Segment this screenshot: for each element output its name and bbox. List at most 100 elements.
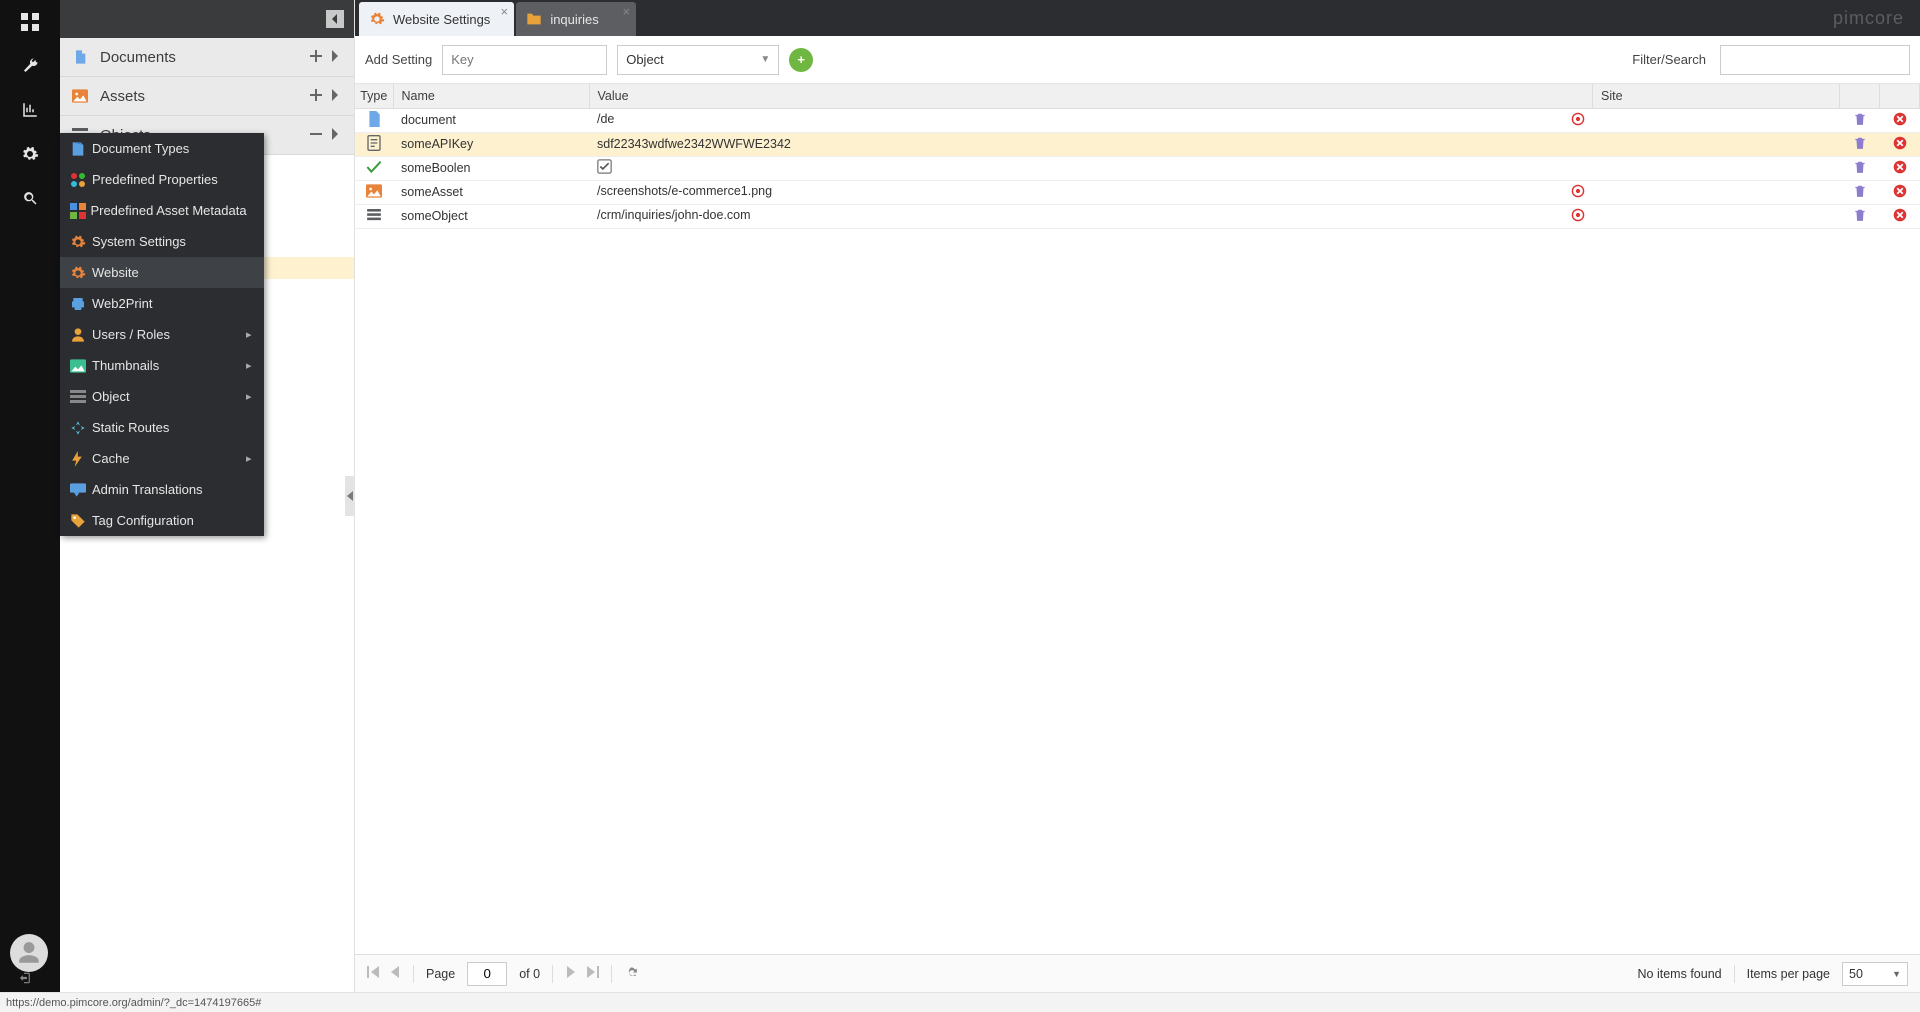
- asset-icon: [355, 184, 393, 198]
- accordion-documents-label: Documents: [100, 49, 310, 66]
- rail-gear-icon[interactable]: [0, 132, 60, 176]
- submenu-arrow-icon: ▸: [246, 328, 254, 341]
- pager-status: No items found: [1638, 967, 1722, 981]
- type-select-value: Object: [626, 52, 664, 67]
- checkbox-checked-icon: [597, 159, 612, 174]
- panel-grip[interactable]: [345, 476, 355, 516]
- key-input[interactable]: [442, 45, 607, 75]
- pager-refresh-button[interactable]: [624, 965, 638, 982]
- accordion-assets-label: Assets: [100, 88, 310, 105]
- table-row[interactable]: someObject/crm/inquiries/john-doe.com: [355, 204, 1920, 228]
- trans-icon: [70, 483, 92, 497]
- menu-item-label: Web2Print: [92, 296, 246, 311]
- pager-next-button[interactable]: [565, 966, 577, 981]
- settings-menu-item[interactable]: Predefined Asset Metadata: [60, 195, 264, 226]
- rail-search-icon[interactable]: [0, 176, 60, 220]
- row-trash-button[interactable]: [1853, 115, 1867, 129]
- row-delete-button[interactable]: [1893, 115, 1907, 129]
- target-icon[interactable]: [1571, 184, 1585, 201]
- tab-inquiries[interactable]: inquiries ×: [516, 2, 636, 36]
- objects-collapse-button[interactable]: [310, 127, 322, 144]
- objects-expand-button[interactable]: [330, 127, 342, 144]
- tab-close-button[interactable]: ×: [620, 6, 632, 18]
- gear-orange-icon: [70, 234, 92, 250]
- row-trash-button[interactable]: [1853, 163, 1867, 177]
- accordion-documents[interactable]: Documents: [60, 38, 354, 77]
- gear-orange-icon: [70, 265, 92, 281]
- object-icon: [355, 209, 393, 221]
- pager-last-button[interactable]: [587, 966, 599, 981]
- accordion-assets[interactable]: Assets: [60, 77, 354, 116]
- table-row[interactable]: document/de: [355, 108, 1920, 132]
- documents-icon: [72, 49, 92, 65]
- main-area: Website Settings × inquiries × pimcore A…: [355, 0, 1920, 992]
- menu-item-label: Users / Roles: [92, 327, 246, 342]
- assets-icon: [72, 89, 92, 103]
- settings-menu-item[interactable]: Admin Translations: [60, 474, 264, 505]
- menu-item-label: System Settings: [92, 234, 246, 249]
- settings-table: Type Name Value Site document/de someAPI…: [355, 84, 1920, 954]
- row-trash-button[interactable]: [1853, 139, 1867, 153]
- row-delete-button[interactable]: [1893, 163, 1907, 177]
- thumb-icon: [70, 359, 92, 373]
- row-delete-button[interactable]: [1893, 187, 1907, 201]
- col-site[interactable]: Site: [1593, 84, 1840, 108]
- table-row[interactable]: someAsset/screenshots/e-commerce1.png: [355, 180, 1920, 204]
- page-input[interactable]: [467, 962, 507, 986]
- rail-chart-icon[interactable]: [0, 88, 60, 132]
- documents-expand-button[interactable]: [330, 49, 342, 66]
- toolbar: Add Setting Object ▼ + Filter/Search: [355, 36, 1920, 84]
- settings-menu-item[interactable]: Static Routes: [60, 412, 264, 443]
- row-delete-button[interactable]: [1893, 139, 1907, 153]
- menu-item-label: Object: [92, 389, 246, 404]
- target-icon[interactable]: [1571, 208, 1585, 225]
- settings-menu-item[interactable]: Predefined Properties: [60, 164, 264, 195]
- logout-icon[interactable]: [17, 971, 31, 988]
- bolt-icon: [70, 451, 92, 467]
- collapse-panel-button[interactable]: [326, 10, 344, 28]
- target-icon[interactable]: [1571, 112, 1585, 129]
- add-setting-button[interactable]: +: [789, 48, 813, 72]
- menu-item-label: Predefined Properties: [92, 172, 246, 187]
- menu-item-label: Tag Configuration: [92, 513, 246, 528]
- settings-menu-item[interactable]: Website: [60, 257, 264, 288]
- props-icon: [70, 172, 92, 188]
- side-panel-header: [60, 0, 354, 38]
- tab-label: Website Settings: [393, 12, 490, 27]
- cell-value: /de: [597, 112, 614, 126]
- row-trash-button[interactable]: [1853, 187, 1867, 201]
- settings-menu-item[interactable]: Thumbnails▸: [60, 350, 264, 381]
- settings-menu-item[interactable]: Cache▸: [60, 443, 264, 474]
- settings-menu-item[interactable]: System Settings: [60, 226, 264, 257]
- col-type[interactable]: Type: [355, 84, 393, 108]
- settings-menu-item[interactable]: Web2Print: [60, 288, 264, 319]
- filter-input[interactable]: [1720, 45, 1910, 75]
- assets-add-button[interactable]: [310, 88, 322, 105]
- user-avatar[interactable]: [10, 934, 48, 972]
- rail-wrench-icon[interactable]: [0, 44, 60, 88]
- printer-icon: [70, 296, 92, 312]
- tab-close-button[interactable]: ×: [498, 6, 510, 18]
- col-value[interactable]: Value: [589, 84, 1593, 108]
- settings-menu-item[interactable]: Object▸: [60, 381, 264, 412]
- pager-first-button[interactable]: [367, 966, 379, 981]
- col-name[interactable]: Name: [393, 84, 589, 108]
- perpage-select[interactable]: 50 ▼: [1842, 962, 1908, 986]
- rail-grid-icon[interactable]: [0, 0, 60, 44]
- row-delete-button[interactable]: [1893, 211, 1907, 225]
- settings-menu-item[interactable]: Tag Configuration: [60, 505, 264, 536]
- table-row[interactable]: someAPIKeysdf22343wdfwe2342WWFWE2342: [355, 132, 1920, 156]
- document-icon: [355, 111, 393, 127]
- brand-logo: pimcore: [1833, 0, 1904, 36]
- settings-menu-item[interactable]: Users / Roles▸: [60, 319, 264, 350]
- assets-expand-button[interactable]: [330, 88, 342, 105]
- add-setting-label: Add Setting: [365, 52, 432, 67]
- table-row[interactable]: someBoolen: [355, 156, 1920, 180]
- documents-add-button[interactable]: [310, 49, 322, 66]
- pager-prev-button[interactable]: [389, 966, 401, 981]
- row-trash-button[interactable]: [1853, 211, 1867, 225]
- status-bar: https://demo.pimcore.org/admin/?_dc=1474…: [0, 992, 1920, 1012]
- tab-website-settings[interactable]: Website Settings ×: [359, 2, 514, 36]
- type-select[interactable]: Object ▼: [617, 45, 779, 75]
- settings-menu-item[interactable]: Document Types: [60, 133, 264, 164]
